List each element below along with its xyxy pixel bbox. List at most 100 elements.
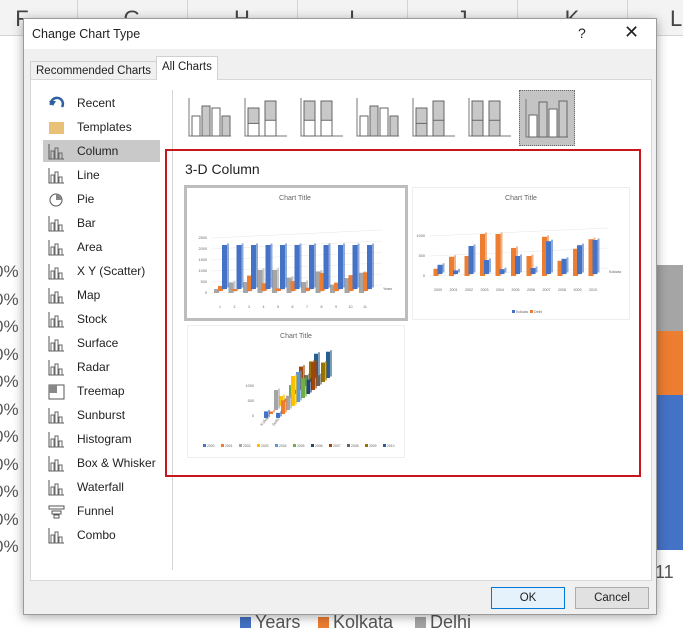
chart-subtype-3d-column[interactable] (519, 90, 575, 146)
recent-icon (49, 96, 65, 108)
bar-delhi-6-side (310, 378, 312, 393)
preview-text: 6 (292, 305, 294, 309)
help-button[interactable]: ? (578, 25, 586, 41)
preview-text: 1000 (199, 269, 207, 273)
area-chart-icon (48, 239, 64, 255)
preview-text: 0 (252, 414, 254, 418)
sidebar-item-sunburst[interactable]: Sunburst (43, 404, 160, 426)
bar-kolkata-side (442, 263, 445, 273)
legend-swatch (329, 444, 332, 447)
preview-text: 500 (201, 280, 207, 284)
sidebar-item-radar[interactable]: Radar (43, 356, 160, 378)
bar-kolkata-side (566, 257, 569, 273)
legend-swatch (240, 617, 251, 628)
preview-text: 11 (363, 305, 367, 309)
sidebar-item-column[interactable]: Column (43, 140, 160, 162)
legend-swatch (383, 444, 386, 447)
treemap-icon (48, 384, 65, 399)
preview-text: Chart Title (280, 333, 312, 340)
sidebar-item-templates[interactable]: Templates (43, 116, 160, 138)
preview-text: 2001 (225, 444, 233, 448)
sidebar-item-treemap[interactable]: Treemap (43, 380, 160, 402)
column-header-L[interactable]: L (670, 6, 683, 32)
legend-swatch (318, 617, 329, 628)
preview-text: 2001 (450, 288, 458, 292)
bar-years-side (270, 243, 273, 288)
surface-chart-icon (48, 335, 64, 351)
sidebar-item-stock[interactable]: Stock (43, 308, 160, 330)
percent-label: 0% (0, 427, 19, 446)
bar-delhi-side (500, 232, 503, 275)
tab-recommended-charts[interactable]: Recommended Charts (30, 61, 158, 80)
preview-text: 2000 (207, 444, 215, 448)
bar-kolkata (499, 269, 505, 274)
sidebar-item-label: Funnel (77, 504, 114, 518)
sidebar-item-area[interactable]: Area (43, 236, 160, 258)
chart-subtype-100-stacked-column[interactable] (295, 90, 351, 146)
sidebar-item-label: Histogram (77, 432, 132, 446)
preview-chart-3[interactable]: Chart Title 1000 500 0 Kolkata Delhi 2000 2001 2… (187, 325, 405, 458)
tab-all-charts[interactable]: All Charts (156, 56, 218, 80)
bar-delhi-7-side (315, 360, 317, 389)
preview-text: 2006 (315, 444, 323, 448)
all-charts-panel: Recent Templates Column Line Pie Bar Area X Y (… (30, 79, 652, 581)
preview-text: Chart Title (279, 195, 311, 202)
bar-years (323, 245, 329, 289)
sidebar-item-surface[interactable]: Surface (43, 332, 160, 354)
bar-kolkata-side (597, 238, 600, 273)
percent-label: 0% (0, 372, 19, 391)
ok-button[interactable]: OK (491, 587, 565, 609)
3d-stacked-column-icon (412, 98, 455, 137)
preview-text: 2000 (434, 288, 442, 292)
sidebar-item-bar[interactable]: Bar (43, 212, 160, 234)
sidebar-item-label: Surface (77, 336, 119, 350)
sidebar-item-pie[interactable]: Pie (43, 188, 160, 210)
sidebar-item-map[interactable]: Map (43, 284, 160, 306)
percent-label: 0% (0, 482, 19, 501)
sidebar-item-line[interactable]: Line (43, 164, 160, 186)
sidebar-item-box-whisker[interactable]: Box & Whisker (43, 452, 160, 474)
scatter-chart-icon (48, 263, 64, 279)
sunburst-icon (48, 407, 64, 423)
legend-swatch (512, 310, 515, 313)
preview-chart-2[interactable]: Chart Title 1000 500 0 2000 2001 2002 2003 2004 2… (412, 187, 630, 320)
sidebar-item-combo[interactable]: Combo (43, 524, 160, 546)
sidebar-item-recent[interactable]: Recent (43, 92, 160, 114)
chart-subtype-3d-100-stacked-column[interactable] (463, 90, 519, 146)
cancel-button[interactable]: Cancel (575, 587, 649, 609)
sidebar-item-waterfall[interactable]: Waterfall (43, 476, 160, 498)
pie-chart-icon (49, 193, 63, 206)
sidebar-item-label: Column (77, 144, 119, 158)
preview-chart-1[interactable]: Chart Title 2500 2000 1500 1000 500 0 1 2 3 4 5 6 7 8 9… (184, 185, 408, 331)
sidebar-item-x-y-scatter[interactable]: X Y (Scatter) (43, 260, 160, 282)
radar-chart-icon (48, 359, 64, 375)
bar-kolkata (468, 246, 474, 274)
title-bar: Change Chart Type ? ✕ (24, 19, 656, 49)
bar-delhi-8-side (320, 373, 322, 385)
bar-kolkata (515, 256, 520, 274)
map-icon (48, 287, 64, 303)
bar-delhi-5-side (305, 376, 307, 397)
stacked-bar-orange (657, 331, 683, 395)
chart-subtype-3d-clustered-column[interactable] (351, 90, 407, 146)
preview-text: 2000 (199, 247, 207, 251)
chart-subtype-3d-stacked-column[interactable] (407, 90, 463, 146)
legend-item-kolkata: Kolkata (318, 612, 393, 633)
sidebar-item-funnel[interactable]: Funnel (43, 500, 160, 522)
sidebar-item-label: Sunburst (77, 408, 126, 422)
close-button[interactable]: ✕ (624, 22, 639, 43)
bar-chart-icon (48, 215, 64, 231)
bar-kolkata-side (489, 258, 491, 273)
preview-text: 500 (419, 254, 425, 258)
bar-kolkata-1-side (273, 409, 275, 413)
chart-subtype-clustered-column[interactable] (183, 90, 239, 146)
bar-kolkata-side (582, 243, 584, 273)
preview-text: 0 (205, 291, 207, 295)
legend-swatch (415, 617, 426, 628)
bar-kolkata (592, 240, 598, 274)
preview-text: 9 (335, 305, 337, 309)
bar-kolkata-2-side (278, 388, 280, 409)
bar-delhi-2-side (290, 394, 292, 409)
chart-subtype-stacked-column[interactable] (239, 90, 295, 146)
sidebar-item-histogram[interactable]: Histogram (43, 428, 160, 450)
